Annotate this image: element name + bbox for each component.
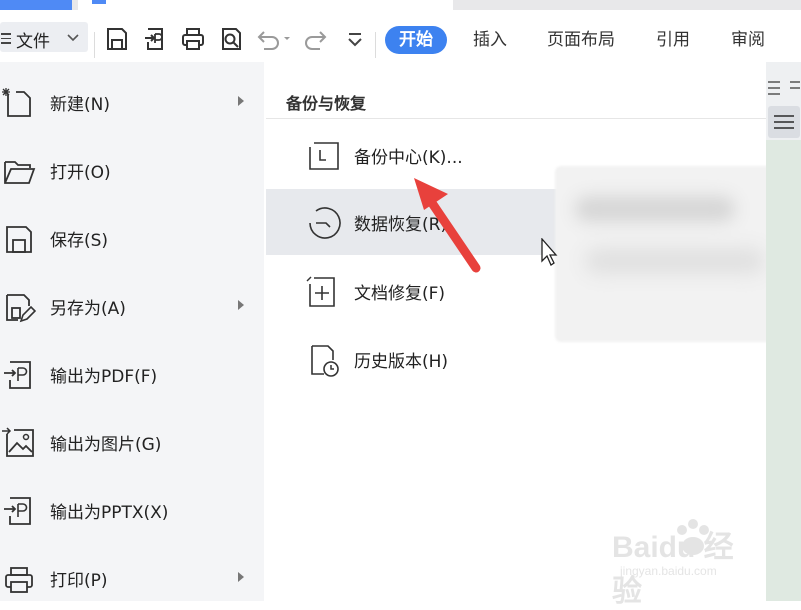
menu-item-label: 打开(O): [50, 163, 111, 183]
export-image-icon: [2, 427, 34, 457]
baidu-watermark: Baidu 经验 jingyan.baidu.com: [612, 514, 762, 608]
chevron-down-icon: [67, 34, 79, 42]
paw-logo-icon: [677, 519, 709, 555]
blurred-text: [575, 196, 735, 222]
submenu-divider: [266, 118, 766, 119]
submenu-item-label: 文档修复(F): [354, 284, 446, 304]
toolbar-divider: [94, 32, 95, 58]
submenu-title: 备份与恢复: [286, 94, 367, 113]
menu-item-save-as[interactable]: 另存为(A): [0, 278, 264, 334]
save-icon: [6, 226, 32, 253]
menu-item-print[interactable]: 打印(P): [0, 550, 264, 606]
menu-item-label: 输出为PPTX(X): [50, 503, 169, 523]
blurred-text: [585, 248, 765, 274]
menu-item-label: 保存(S): [50, 231, 109, 251]
annotation-arrow-icon: [414, 178, 481, 273]
app-tab[interactable]: [0, 0, 72, 10]
ribbon-toolbar: 文件 开始 插入 页面布局 引用 审阅: [0, 10, 801, 62]
submenu-item-label: 备份中心(K)...: [354, 148, 463, 168]
submenu-arrow-icon: [238, 96, 244, 106]
document-area-edge: [766, 62, 801, 601]
justify-icon: [774, 115, 794, 129]
justify-button[interactable]: [768, 106, 800, 138]
submenu-arrow-icon: [238, 572, 244, 582]
watermark-url: jingyan.baidu.com: [620, 564, 717, 578]
menu-item-export-pdf[interactable]: 输出为PDF(F): [0, 346, 264, 402]
export-pdf-icon: [4, 361, 31, 389]
backup-center-icon: [309, 142, 339, 170]
menu-item-label: 输出为PDF(F): [50, 367, 158, 387]
align-icon[interactable]: [766, 78, 800, 100]
document-page: [766, 140, 801, 601]
menu-item-export-image[interactable]: 输出为图片(G): [0, 414, 264, 470]
tab-home[interactable]: 开始: [385, 26, 447, 54]
export-pptx-icon: [4, 497, 31, 525]
mouse-cursor-icon: [541, 238, 558, 266]
menu-item-label: 打印(P): [50, 571, 108, 591]
menu-item-label: 新建(N): [50, 95, 110, 115]
history-version-icon: [311, 345, 339, 377]
print-icon[interactable]: [180, 26, 206, 52]
new-file-icon: [2, 88, 31, 117]
hamburger-icon: [1, 30, 11, 44]
menu-item-open[interactable]: 打开(O): [0, 142, 264, 198]
menu-item-export-pptx[interactable]: 输出为PPTX(X): [0, 482, 264, 538]
menu-item-label: 输出为图片(G): [50, 435, 162, 455]
open-folder-icon: [4, 161, 36, 184]
export-pdf-icon[interactable]: [142, 26, 168, 52]
print-preview-icon[interactable]: [218, 26, 244, 52]
document-repair-icon: [306, 276, 335, 307]
menu-item-save[interactable]: 保存(S): [0, 210, 264, 266]
data-recovery-icon: [309, 207, 341, 239]
blurred-tooltip: [555, 166, 785, 342]
tab-insert[interactable]: 插入: [473, 26, 507, 54]
print-icon: [5, 567, 33, 593]
save-icon[interactable]: [104, 26, 130, 52]
document-tab-accent: [92, 0, 106, 4]
menu-item-label: 另存为(A): [50, 299, 126, 319]
toolbar-divider: [375, 32, 376, 58]
redo-icon[interactable]: [304, 26, 330, 52]
tab-references[interactable]: 引用: [656, 26, 690, 54]
submenu-arrow-icon: [238, 300, 244, 310]
file-menu-label: 文件: [16, 32, 50, 52]
file-menu-button[interactable]: 文件: [0, 22, 88, 52]
undo-icon[interactable]: [254, 26, 294, 52]
document-tab[interactable]: [78, 0, 453, 10]
menu-item-new[interactable]: 新建(N): [0, 74, 264, 130]
save-as-icon: [6, 294, 36, 323]
file-menu-panel: 新建(N) 打开(O) 保存(S) 另存为(A) 输出为PDF(F) 输出为图片…: [0, 62, 264, 601]
tab-review[interactable]: 审阅: [731, 26, 765, 54]
title-tab-strip: [0, 0, 801, 10]
more-dropdown-icon[interactable]: [342, 26, 368, 52]
tab-page-layout[interactable]: 页面布局: [547, 26, 615, 54]
submenu-item-label: 历史版本(H): [354, 352, 449, 372]
